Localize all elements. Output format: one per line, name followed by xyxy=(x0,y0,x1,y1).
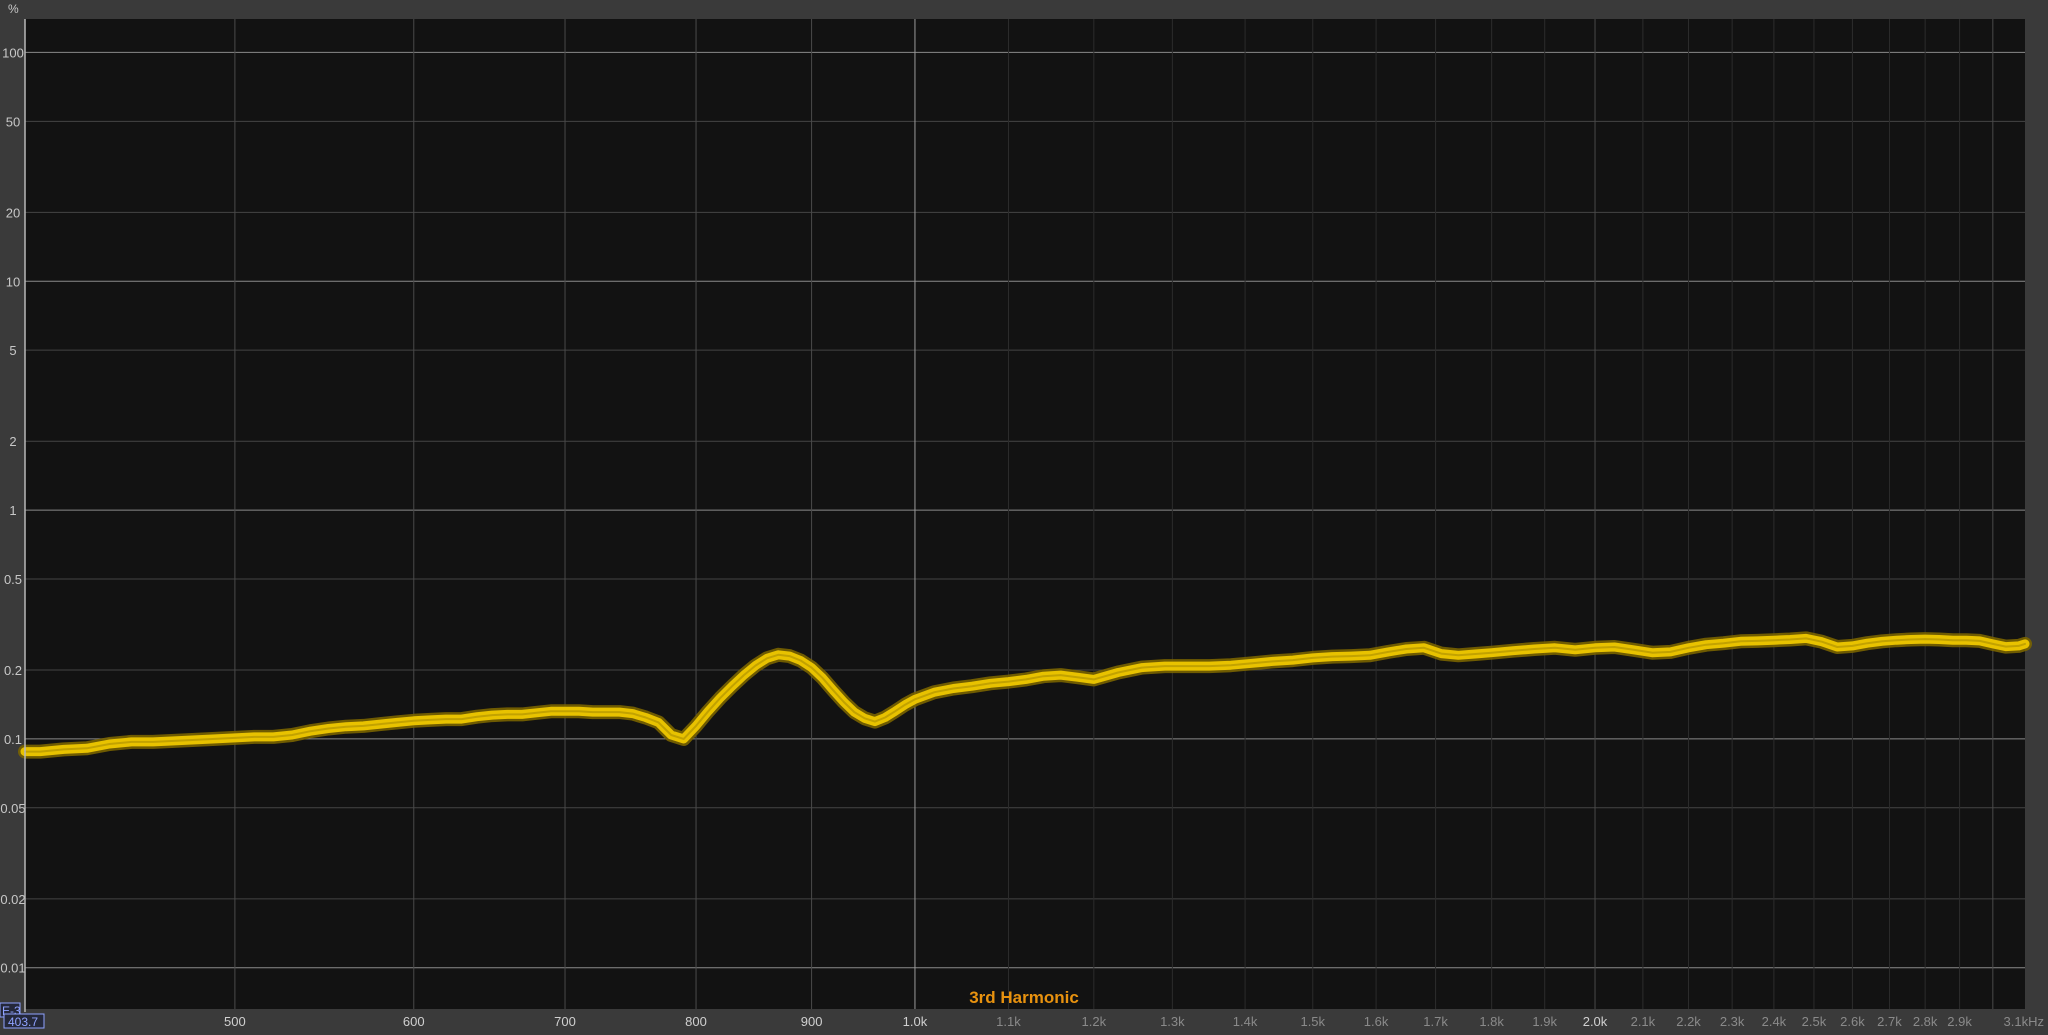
x-tick-label: 2.7k xyxy=(1877,1014,1902,1029)
x-tick-label: 2.1k xyxy=(1631,1014,1656,1029)
y-tick-label: 0.1 xyxy=(4,732,22,747)
y-tick-label: 20 xyxy=(6,205,20,220)
y-tick-label: 2 xyxy=(9,434,16,449)
y-tick-label: 1 xyxy=(9,503,16,518)
x-tick-label: 1.6k xyxy=(1364,1014,1389,1029)
x-tick-label: 1.1k xyxy=(996,1014,1021,1029)
x-tick-label: 1.8k xyxy=(1479,1014,1504,1029)
y-tick-label: 50 xyxy=(6,114,20,129)
y-tick-label: 0.05 xyxy=(0,801,25,816)
x-tick-label: 900 xyxy=(801,1014,823,1029)
x-tick-label: 600 xyxy=(403,1014,425,1029)
y-tick-label: 0.02 xyxy=(0,892,25,907)
y-tick-label: 10 xyxy=(6,274,20,289)
y-tick-label: 0.01 xyxy=(0,961,25,976)
x-tick-label: 2.3k xyxy=(1720,1014,1745,1029)
harmonic-chart: 100 50 20 10 5 2 1 0.5 0.2 0.1 0.05 0.02 0.01 500 600… xyxy=(0,0,2048,1035)
x-tick-label: 1.7k xyxy=(1423,1014,1448,1029)
y-tick-label: 5 xyxy=(9,343,16,358)
x-tick-label: 2.9k xyxy=(1947,1014,1972,1029)
x-tick-label: 2.0k xyxy=(1583,1014,1608,1029)
x-tick-label: 700 xyxy=(554,1014,576,1029)
x-tick-label: 800 xyxy=(685,1014,707,1029)
x-tick-label: 2.2k xyxy=(1676,1014,1701,1029)
x-tick-label: 500 xyxy=(224,1014,246,1029)
x-tick-label: 2.4k xyxy=(1762,1014,1787,1029)
x-tick-label: 1.9k xyxy=(1532,1014,1557,1029)
plot-background xyxy=(25,19,2025,1009)
series-legend-label: 3rd Harmonic xyxy=(969,988,1079,1007)
y-tick-label: 0.5 xyxy=(4,572,22,587)
x-tick-label: 1.4k xyxy=(1233,1014,1258,1029)
x-tick-label: 2.5k xyxy=(1802,1014,1827,1029)
cursor-x-value: 403.7 xyxy=(8,1015,38,1029)
x-tick-label: 1.3k xyxy=(1160,1014,1185,1029)
y-unit-label: % xyxy=(8,2,19,16)
x-tick-label: 2.8k xyxy=(1913,1014,1938,1029)
y-tick-label: 100 xyxy=(2,45,24,60)
x-tick-label: 3.1kHz xyxy=(2004,1014,2044,1029)
x-tick-label: 1.5k xyxy=(1300,1014,1325,1029)
x-tick-label: 1.0k xyxy=(903,1014,928,1029)
x-tick-label: 2.6k xyxy=(1840,1014,1865,1029)
y-tick-label: 0.2 xyxy=(4,663,22,678)
x-tick-label: 1.2k xyxy=(1082,1014,1107,1029)
